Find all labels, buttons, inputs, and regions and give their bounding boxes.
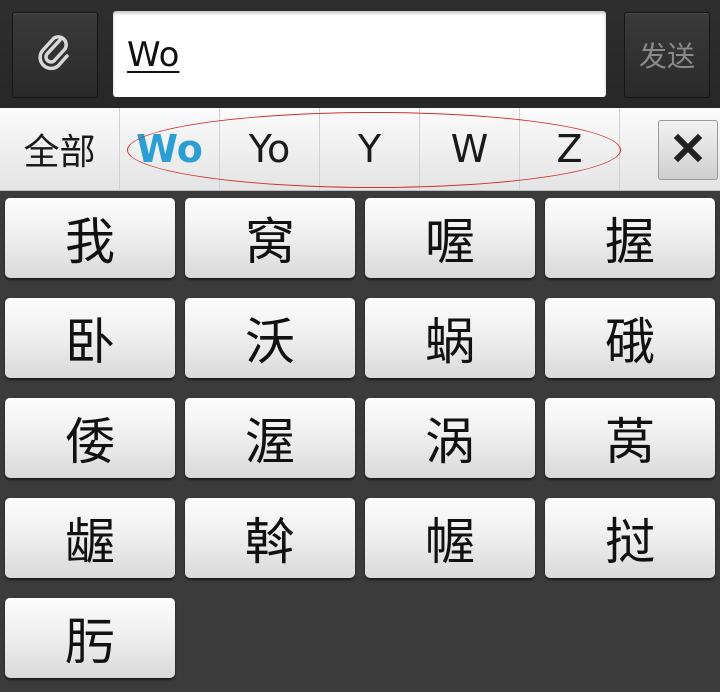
candidate-item[interactable]: Wo [120, 108, 220, 190]
character-key[interactable]: 喔 [365, 198, 535, 278]
candidate-all-button[interactable]: 全部 [0, 108, 120, 190]
message-input[interactable]: Wo [113, 11, 606, 97]
character-key[interactable]: 斡 [185, 498, 355, 578]
character-key[interactable]: 握 [545, 198, 715, 278]
candidate-item[interactable]: Yo [220, 108, 320, 190]
compose-bar: Wo 发送 [0, 0, 720, 108]
character-key[interactable]: 挝 [545, 498, 715, 578]
close-icon [673, 133, 703, 167]
character-key[interactable]: 龌 [5, 498, 175, 578]
candidate-item[interactable]: Y [320, 108, 420, 190]
candidate-item[interactable]: Z [520, 108, 620, 190]
character-key[interactable]: 倭 [5, 398, 175, 478]
character-key[interactable]: 渥 [185, 398, 355, 478]
character-key[interactable]: 肟 [5, 598, 175, 678]
character-key[interactable]: 涡 [365, 398, 535, 478]
character-key[interactable]: 沃 [185, 298, 355, 378]
character-key[interactable]: 我 [5, 198, 175, 278]
send-button[interactable]: 发送 [624, 12, 710, 98]
character-key[interactable]: 莴 [545, 398, 715, 478]
candidate-item[interactable]: W [420, 108, 520, 190]
character-key[interactable]: 窝 [185, 198, 355, 278]
close-candidates-button[interactable] [658, 120, 718, 180]
attach-button[interactable] [12, 12, 98, 98]
composing-text: Wo [127, 35, 180, 75]
paperclip-icon [38, 34, 72, 76]
character-key[interactable]: 卧 [5, 298, 175, 378]
character-key[interactable]: 幄 [365, 498, 535, 578]
character-key[interactable]: 蜗 [365, 298, 535, 378]
candidate-bar: 全部 Wo Yo Y W Z [0, 108, 720, 191]
character-key[interactable]: 硪 [545, 298, 715, 378]
